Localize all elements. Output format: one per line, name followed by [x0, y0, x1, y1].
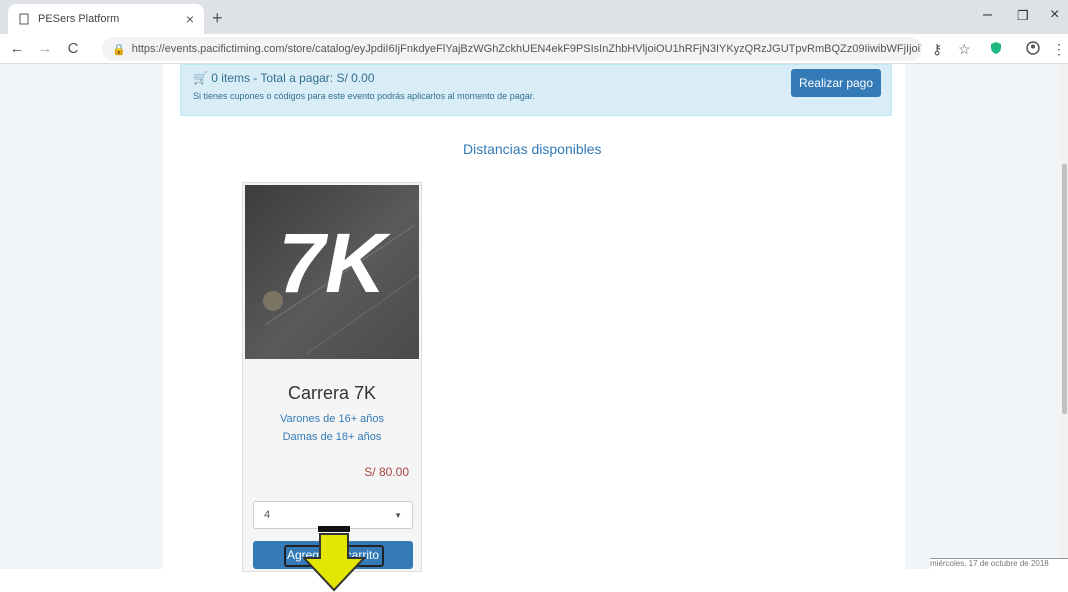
minimize-button[interactable]: –: [983, 6, 992, 24]
quantity-value: 4: [264, 509, 271, 521]
tab-title: PESers Platform: [38, 13, 120, 25]
account-icon[interactable]: [1026, 41, 1040, 58]
tab-close-icon[interactable]: ×: [186, 11, 194, 27]
taskbar-date: miércoles, 17 de octubre de 2018: [930, 558, 1068, 569]
product-price: S/ 80.00: [364, 465, 409, 479]
product-card: 7K Carrera 7K Varones de 16+ años Damas …: [242, 182, 422, 572]
tab-strip: PESers Platform × + – ❐ ×: [0, 0, 1068, 34]
menu-icon[interactable]: ⋮: [1052, 41, 1066, 58]
pay-button[interactable]: Realizar pago: [791, 69, 881, 97]
browser-tab[interactable]: PESers Platform ×: [8, 4, 204, 34]
quantity-select[interactable]: 4 ▼: [253, 501, 413, 529]
close-window-button[interactable]: ×: [1050, 6, 1059, 24]
forward-icon[interactable]: →: [34, 40, 56, 57]
url-text: https://events.pacifictiming.com/store/c…: [131, 43, 922, 55]
product-image: 7K: [245, 185, 419, 359]
pointer-arrow-icon: [302, 526, 366, 592]
lock-icon: 🔒: [112, 43, 126, 56]
star-icon[interactable]: ☆: [958, 41, 971, 58]
product-category-women: Damas de 18+ años: [282, 431, 382, 443]
cart-summary-text: 0 items - Total a pagar: S/ 0.00: [211, 71, 375, 85]
product-image-text: 7K: [278, 216, 386, 310]
url-field[interactable]: 🔒 https://events.pacifictiming.com/store…: [102, 37, 922, 61]
cart-note: Si tienes cupones o códigos para este ev…: [193, 91, 535, 101]
reload-icon[interactable]: C: [62, 40, 84, 57]
product-title: Carrera 7K: [287, 383, 377, 403]
product-category-men: Varones de 16+ años: [279, 413, 385, 425]
scrollbar-thumb[interactable]: [1062, 164, 1067, 414]
new-tab-button[interactable]: +: [212, 8, 223, 29]
favicon-icon: [18, 13, 30, 25]
key-icon[interactable]: ⚷: [932, 41, 942, 58]
restore-button[interactable]: ❐: [1017, 8, 1029, 24]
page-background: 🛒 0 items - Total a pagar: S/ 0.00 Si ti…: [0, 64, 1068, 592]
cart-icon: 🛒: [193, 71, 208, 85]
cart-summary-bar: 🛒 0 items - Total a pagar: S/ 0.00 Si ti…: [180, 64, 892, 116]
section-title: Distancias disponibles: [463, 141, 602, 157]
back-icon[interactable]: ←: [6, 40, 28, 57]
chevron-down-icon: ▼: [394, 510, 402, 520]
address-toolbar: ← → C 🔒 https://events.pacifictiming.com…: [0, 34, 1068, 64]
shield-icon[interactable]: [990, 41, 1002, 58]
